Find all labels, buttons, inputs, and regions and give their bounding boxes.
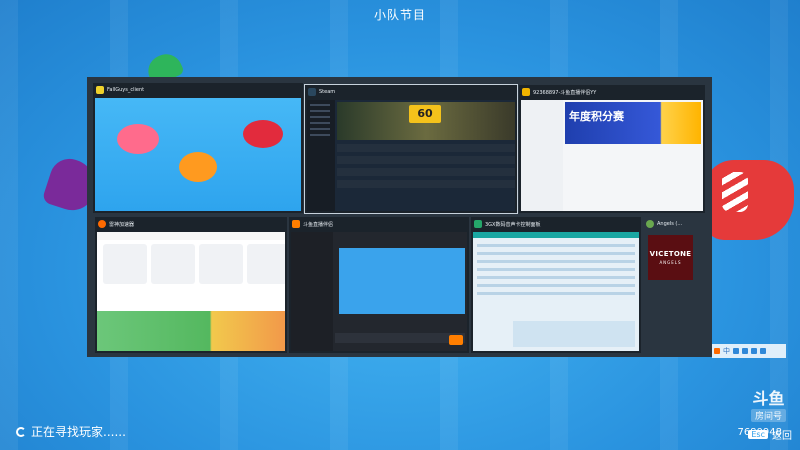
tool-bar	[335, 333, 465, 343]
steam-row	[337, 156, 515, 164]
tile-title: Steam	[319, 89, 336, 95]
window-tile-accelerator[interactable]: 雷神加速器	[95, 217, 287, 353]
tile-preview: 60	[307, 100, 515, 211]
accelerator-icon	[98, 220, 106, 228]
task-switcher: FallGuys_client Steam 60 92368897-斗鱼直播伴侣…	[87, 77, 712, 357]
yy-icon	[522, 88, 530, 96]
window-tile-douyu[interactable]: 斗鱼直播伴侣	[289, 217, 469, 353]
stream-preview	[339, 248, 465, 314]
decoration-red	[704, 160, 794, 240]
character-red	[243, 120, 283, 148]
ime-indicator[interactable]: 中	[723, 346, 730, 356]
tile-title: 92368897-斗鱼直播伴侣YY	[533, 89, 597, 96]
system-tray: 中	[712, 344, 786, 358]
window-tile-fallguys[interactable]: FallGuys_client	[93, 83, 303, 213]
tile-preview	[473, 232, 639, 351]
character-pink	[117, 124, 159, 154]
tile-header: 雷神加速器	[95, 217, 287, 231]
back-button[interactable]: Esc 返回	[748, 427, 792, 442]
tile-title: FallGuys_client	[107, 87, 145, 93]
window-tile-yy[interactable]: 92368897-斗鱼直播伴侣YY 年度积分赛	[519, 85, 705, 213]
decoration-stripes	[722, 172, 748, 212]
game-card	[247, 244, 285, 284]
tray-app-icon[interactable]	[714, 348, 720, 354]
tile-preview	[97, 232, 285, 351]
steam-row	[337, 144, 515, 152]
tile-header: Steam	[305, 85, 517, 99]
app-header	[97, 232, 285, 240]
game-logo: 60	[409, 105, 441, 123]
tile-preview: 年度积分赛	[521, 100, 703, 211]
mixer-panel	[513, 321, 635, 347]
tray-dot-icon[interactable]	[733, 348, 739, 354]
douyu-logo: 斗鱼	[752, 389, 785, 408]
tile-title: 雷神加速器	[109, 221, 135, 228]
tile-preview	[95, 98, 301, 211]
douyu-icon	[292, 220, 300, 228]
album-title: ANGELS	[659, 260, 682, 265]
tile-title: Angels (...	[657, 221, 683, 227]
shirt-icon[interactable]	[760, 348, 766, 354]
tile-title: 斗鱼直播伴侣	[303, 221, 334, 228]
promo-banner-text: 年度积分赛	[569, 110, 624, 123]
music-player-icon	[646, 220, 654, 228]
show-title: 小队节目	[373, 8, 426, 22]
game-card	[151, 244, 195, 284]
steam-icon	[308, 88, 316, 96]
steam-sidebar	[307, 100, 335, 211]
back-label: 返回	[772, 431, 792, 442]
panel-header	[473, 232, 639, 238]
tile-header: 3GX数码音声卡控制面板	[471, 217, 641, 231]
album-artist: VICETONE	[649, 250, 692, 258]
tile-header: 斗鱼直播伴侣	[289, 217, 469, 231]
tile-preview	[291, 232, 467, 351]
window-tile-steam[interactable]: Steam 60	[304, 84, 518, 214]
chat-list	[521, 100, 563, 211]
tool-sidebar	[291, 232, 333, 351]
tile-header: 92368897-斗鱼直播伴侣YY	[519, 85, 705, 99]
steam-row	[337, 168, 515, 176]
tile-preview: VICETONE ANGELS	[645, 232, 703, 351]
fallguys-icon	[96, 86, 104, 94]
matchmaking-status: 正在寻找玩家......	[16, 423, 126, 440]
window-tile-angels[interactable]: Angels (... VICETONE ANGELS	[643, 217, 705, 353]
start-live-button	[449, 335, 463, 345]
stream-watermark: 斗鱼 房间号	[750, 385, 786, 422]
keyboard-icon[interactable]	[751, 348, 757, 354]
character-orange	[179, 152, 217, 182]
room-badge: 房间号	[750, 409, 786, 422]
status-text: 正在寻找玩家......	[31, 425, 126, 439]
audio-card-icon	[474, 220, 482, 228]
game-card	[199, 244, 243, 284]
album-cover: VICETONE ANGELS	[648, 235, 693, 280]
esc-key-icon: Esc	[748, 430, 768, 439]
game-card	[103, 244, 147, 284]
loading-spinner-icon	[16, 426, 26, 437]
promo-banner	[97, 311, 285, 351]
microphone-icon[interactable]	[742, 348, 748, 354]
tile-title: 3GX数码音声卡控制面板	[485, 221, 541, 228]
tile-header: FallGuys_client	[93, 83, 303, 97]
tile-header: Angels (...	[643, 217, 705, 231]
window-tile-audio[interactable]: 3GX数码音声卡控制面板	[471, 217, 641, 353]
steam-game-banner: 60	[337, 102, 515, 140]
steam-row	[337, 180, 515, 188]
